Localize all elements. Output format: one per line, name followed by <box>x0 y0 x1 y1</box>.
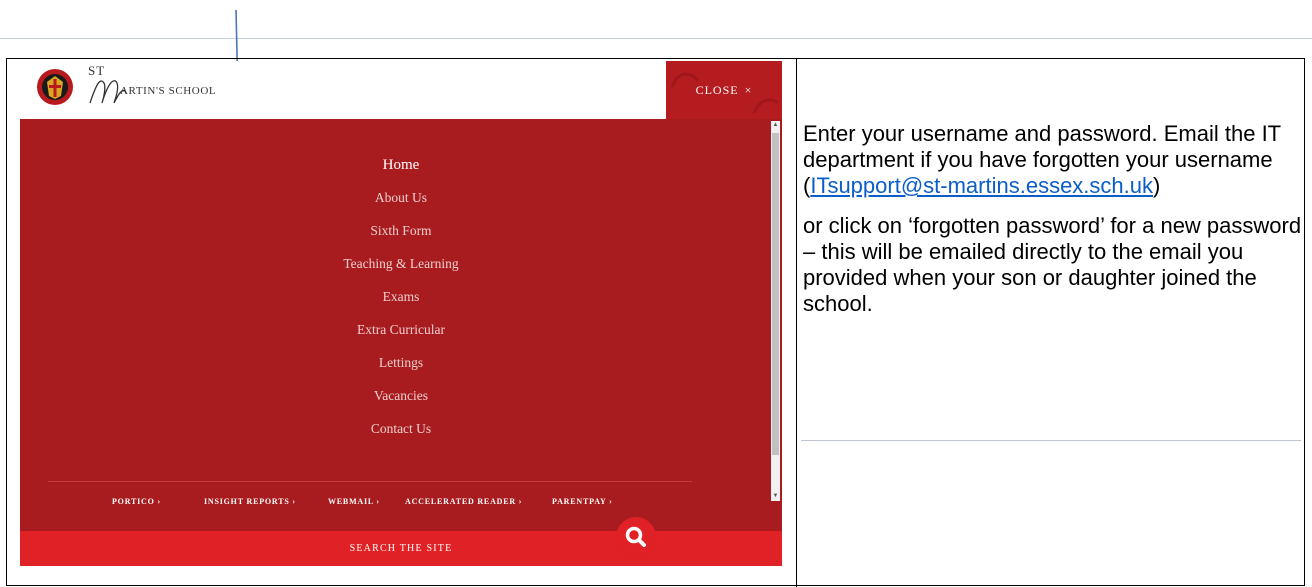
menu-item-exams[interactable]: Exams <box>20 289 782 305</box>
search-icon[interactable] <box>616 517 656 557</box>
decorative-flourish <box>670 72 700 88</box>
quick-link-insight-reports[interactable]: INSIGHT REPORTS › <box>204 497 296 506</box>
scroll-up-icon[interactable]: ▲ <box>771 121 780 130</box>
school-crest-icon <box>37 69 73 105</box>
menu-item-sixth-form[interactable]: Sixth Form <box>20 223 782 239</box>
menu-scrollbar[interactable]: ▲ ▼ <box>771 121 780 501</box>
instructions-paragraph-2: or click on ‘forgotten password’ for a n… <box>803 213 1302 316</box>
menu-item-teaching-learning[interactable]: Teaching & Learning <box>20 256 782 272</box>
cell-rule <box>801 440 1301 441</box>
quick-link-portico[interactable]: PORTICO › <box>112 497 161 506</box>
instructions-line-1-end: ) <box>1153 173 1161 198</box>
instructions-paragraph-1: Enter your username and password. Email … <box>803 121 1303 199</box>
instructions-text: Enter your username and password. Email … <box>803 121 1303 317</box>
close-button[interactable]: CLOSE × <box>666 61 782 119</box>
logo-name: ARTIN'S SCHOOL <box>120 85 217 97</box>
menu-item-contact-us[interactable]: Contact Us <box>20 421 782 437</box>
document-table: ST ARTIN'S SCHOOL CLOSE × ▲ ▼ Home About… <box>6 58 1305 587</box>
table-divider <box>796 59 797 587</box>
quick-link-accelerated-reader[interactable]: ACCELERATED READER › <box>405 497 522 506</box>
quick-links: PORTICO › INSIGHT REPORTS › WEBMAIL › AC… <box>20 497 782 511</box>
menu-item-lettings[interactable]: Lettings <box>20 355 782 371</box>
menu-item-vacancies[interactable]: Vacancies <box>20 388 782 404</box>
menu-item-about-us[interactable]: About Us <box>20 190 782 206</box>
close-label: CLOSE <box>695 82 739 97</box>
website-screenshot: ST ARTIN'S SCHOOL CLOSE × ▲ ▼ Home About… <box>20 61 782 566</box>
site-header: ST ARTIN'S SCHOOL CLOSE × <box>20 61 782 119</box>
it-support-email-link[interactable]: ITsupport@st-martins.essex.sch.uk <box>810 173 1153 198</box>
quick-link-parentpay[interactable]: PARENTPAY › <box>552 497 613 506</box>
decorative-flourish <box>752 98 779 114</box>
menu-divider <box>48 481 692 482</box>
menu-item-extra-curricular[interactable]: Extra Curricular <box>20 322 782 338</box>
quick-link-webmail[interactable]: WEBMAIL › <box>328 497 380 506</box>
menu-item-home[interactable]: Home <box>20 157 782 174</box>
search-label[interactable]: SEARCH THE SITE <box>20 531 782 566</box>
search-bar[interactable]: SEARCH THE SITE <box>20 517 782 566</box>
top-rule <box>0 38 1312 39</box>
